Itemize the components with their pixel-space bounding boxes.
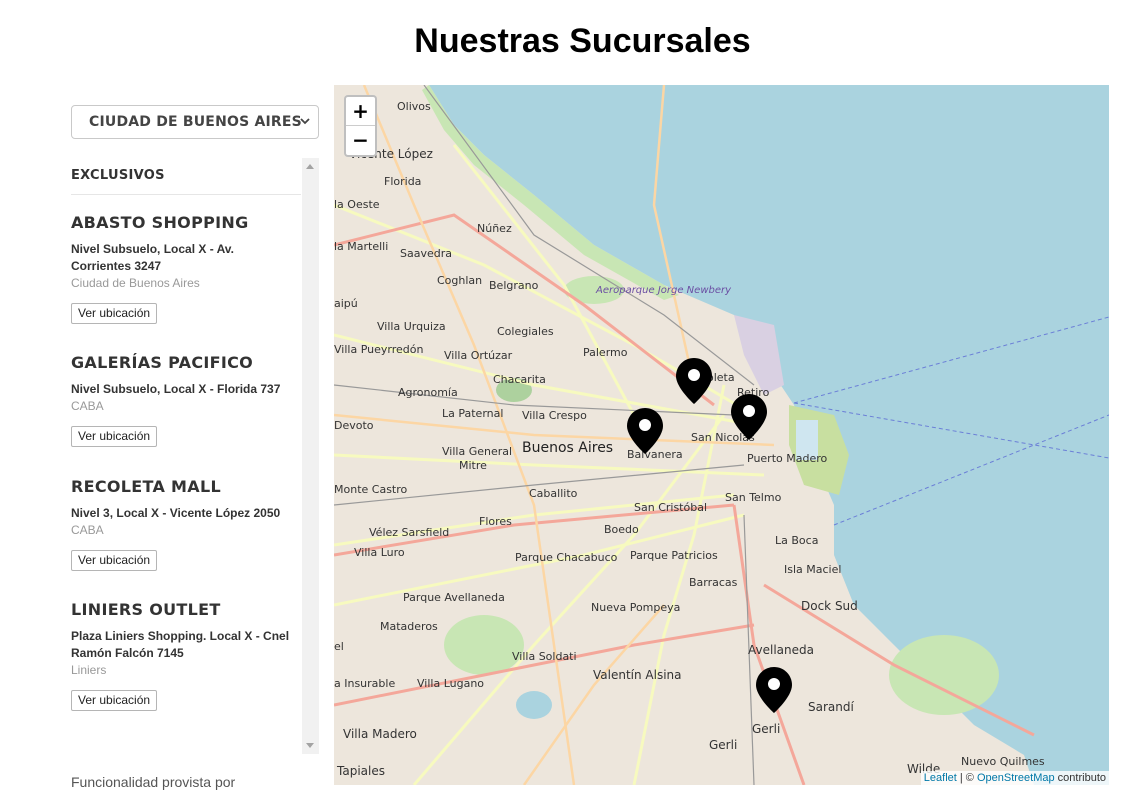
map-marker-pin-icon[interactable] bbox=[756, 667, 792, 713]
store-city: CABA bbox=[71, 523, 104, 537]
store-name: GALERÍAS PACIFICO bbox=[71, 353, 254, 372]
store-item: GALERÍAS PACIFICO Nivel Subsuelo, Local … bbox=[71, 353, 301, 447]
map-label: Gerli bbox=[752, 722, 781, 736]
map-label: el bbox=[334, 640, 344, 653]
footer-credit: Funcionalidad provista por bbox=[71, 774, 236, 790]
map-label: Puerto Madero bbox=[747, 452, 828, 465]
store-item: ABASTO SHOPPING Nivel Subsuelo, Local X … bbox=[71, 213, 301, 324]
store-city: CABA bbox=[71, 399, 104, 413]
map-label: Parque Avellaneda bbox=[403, 591, 505, 604]
page-title: Nuestras Sucursales bbox=[414, 22, 751, 60]
map-label: Coghlan bbox=[437, 274, 483, 287]
view-location-button[interactable]: Ver ubicación bbox=[71, 690, 158, 711]
map-label: la Martelli bbox=[334, 240, 389, 253]
map-label: Barracas bbox=[689, 576, 738, 589]
map-label: Saavedra bbox=[400, 247, 452, 260]
map-label: Chacarita bbox=[493, 373, 546, 386]
map-label: San Telmo bbox=[725, 491, 782, 504]
map-label: Colegiales bbox=[497, 325, 554, 338]
map-label: Mataderos bbox=[380, 620, 438, 633]
view-location-button[interactable]: Ver ubicación bbox=[71, 426, 158, 447]
map-label: Villa Pueyrredón bbox=[334, 343, 424, 356]
map-label: Parque Chacabuco bbox=[515, 551, 618, 564]
map-label-city: Buenos Aires bbox=[522, 440, 614, 456]
map-label: Belgrano bbox=[489, 279, 539, 292]
map-label: Gerli bbox=[709, 738, 738, 752]
store-address: Nivel Subsuelo, Local X - Av. Corrientes… bbox=[71, 242, 234, 273]
map-label: Boedo bbox=[604, 523, 639, 536]
map-label: La Boca bbox=[775, 534, 819, 547]
map-label: Nuevo Quilmes bbox=[961, 755, 1045, 768]
leaflet-link[interactable]: Leaflet bbox=[924, 772, 957, 784]
map-label: Devoto bbox=[334, 419, 374, 432]
map-label: Isla Maciel bbox=[784, 563, 842, 576]
store-name: ABASTO SHOPPING bbox=[71, 213, 249, 232]
store-address: Plaza Liniers Shopping. Local X - Cnel R… bbox=[71, 629, 290, 660]
map-label: Monte Castro bbox=[334, 483, 408, 496]
map-label: Villa Urquiza bbox=[377, 320, 446, 333]
view-location-button[interactable]: Ver ubicación bbox=[71, 550, 158, 571]
map-label: aipú bbox=[334, 297, 358, 310]
map-label: Avellaneda bbox=[748, 643, 814, 657]
map-label: Agronomía bbox=[398, 386, 458, 399]
store-map[interactable]: Olivos Vicente López Florida la Oeste Nú… bbox=[334, 85, 1109, 785]
map-label: Caballito bbox=[529, 487, 578, 500]
store-list[interactable]: EXCLUSIVOS ABASTO SHOPPING Nivel Subsuel… bbox=[71, 158, 319, 754]
map-label: Villa Lugano bbox=[417, 677, 485, 690]
store-address: Nivel 3, Local X - Vicente López 2050 bbox=[71, 506, 281, 520]
map-label: Tapiales bbox=[337, 764, 385, 778]
map-label: Sarandí bbox=[808, 700, 854, 714]
map-label: Villa Soldati bbox=[512, 650, 577, 663]
store-name: RECOLETA MALL bbox=[71, 477, 221, 496]
map-label: Parque Patricios bbox=[630, 549, 718, 562]
store-item: LINIERS OUTLET Plaza Liniers Shopping. L… bbox=[71, 600, 301, 711]
store-address: Nivel Subsuelo, Local X - Florida 737 bbox=[71, 382, 281, 396]
map-label: Palermo bbox=[583, 346, 628, 359]
map-label: Nueva Pompeya bbox=[591, 601, 681, 614]
map-label: Villa Ortúzar bbox=[444, 349, 513, 362]
attribution-suffix: contributo bbox=[1054, 772, 1106, 784]
map-marker-pin-icon[interactable] bbox=[676, 358, 712, 404]
map-label: Florida bbox=[384, 175, 422, 188]
osm-link[interactable]: OpenStreetMap bbox=[977, 772, 1055, 784]
store-name: LINIERS OUTLET bbox=[71, 600, 221, 619]
map-label-airport: Aeroparque Jorge Newbery bbox=[596, 285, 732, 296]
store-city: Ciudad de Buenos Aires bbox=[71, 276, 200, 290]
map-label: Flores bbox=[479, 515, 512, 528]
map-label: Villa General bbox=[442, 445, 513, 458]
zoom-in-button[interactable]: + bbox=[346, 97, 375, 126]
map-attribution: Leaflet | © OpenStreetMap contributo bbox=[920, 771, 1109, 785]
map-label: la Oeste bbox=[334, 198, 380, 211]
zoom-control: + − bbox=[344, 95, 377, 157]
attribution-separator: | © bbox=[956, 772, 977, 784]
map-label: Mitre bbox=[459, 459, 487, 472]
view-location-button[interactable]: Ver ubicación bbox=[71, 303, 158, 324]
map-marker-pin-icon[interactable] bbox=[627, 408, 663, 454]
section-title: EXCLUSIVOS bbox=[71, 158, 301, 195]
map-label: Vélez Sarsfield bbox=[369, 526, 450, 539]
list-scrollbar[interactable] bbox=[302, 158, 319, 754]
map-label: a Insurable bbox=[334, 677, 396, 690]
store-city: Liniers bbox=[71, 663, 107, 677]
map-label: Villa Madero bbox=[343, 727, 417, 741]
map-label: Villa Crespo bbox=[522, 409, 587, 422]
scroll-up-arrow-icon[interactable] bbox=[306, 164, 314, 169]
scroll-down-arrow-icon[interactable] bbox=[306, 743, 314, 748]
city-select[interactable]: CIUDAD DE BUENOS AIRES bbox=[71, 105, 319, 139]
map-marker-pin-icon[interactable] bbox=[731, 394, 767, 440]
store-item: RECOLETA MALL Nivel 3, Local X - Vicente… bbox=[71, 477, 301, 571]
map-label: Villa Luro bbox=[354, 546, 405, 559]
map-label: San Cristóbal bbox=[634, 501, 708, 514]
map-label: Dock Sud bbox=[801, 599, 858, 613]
map-label: Núñez bbox=[477, 222, 512, 235]
map-label: La Paternal bbox=[442, 407, 504, 420]
map-label: Valentín Alsina bbox=[593, 668, 682, 682]
zoom-out-button[interactable]: − bbox=[346, 126, 375, 155]
city-select-value: CIUDAD DE BUENOS AIRES bbox=[89, 114, 302, 130]
chevron-down-icon bbox=[300, 118, 310, 125]
map-label: Olivos bbox=[397, 100, 431, 113]
